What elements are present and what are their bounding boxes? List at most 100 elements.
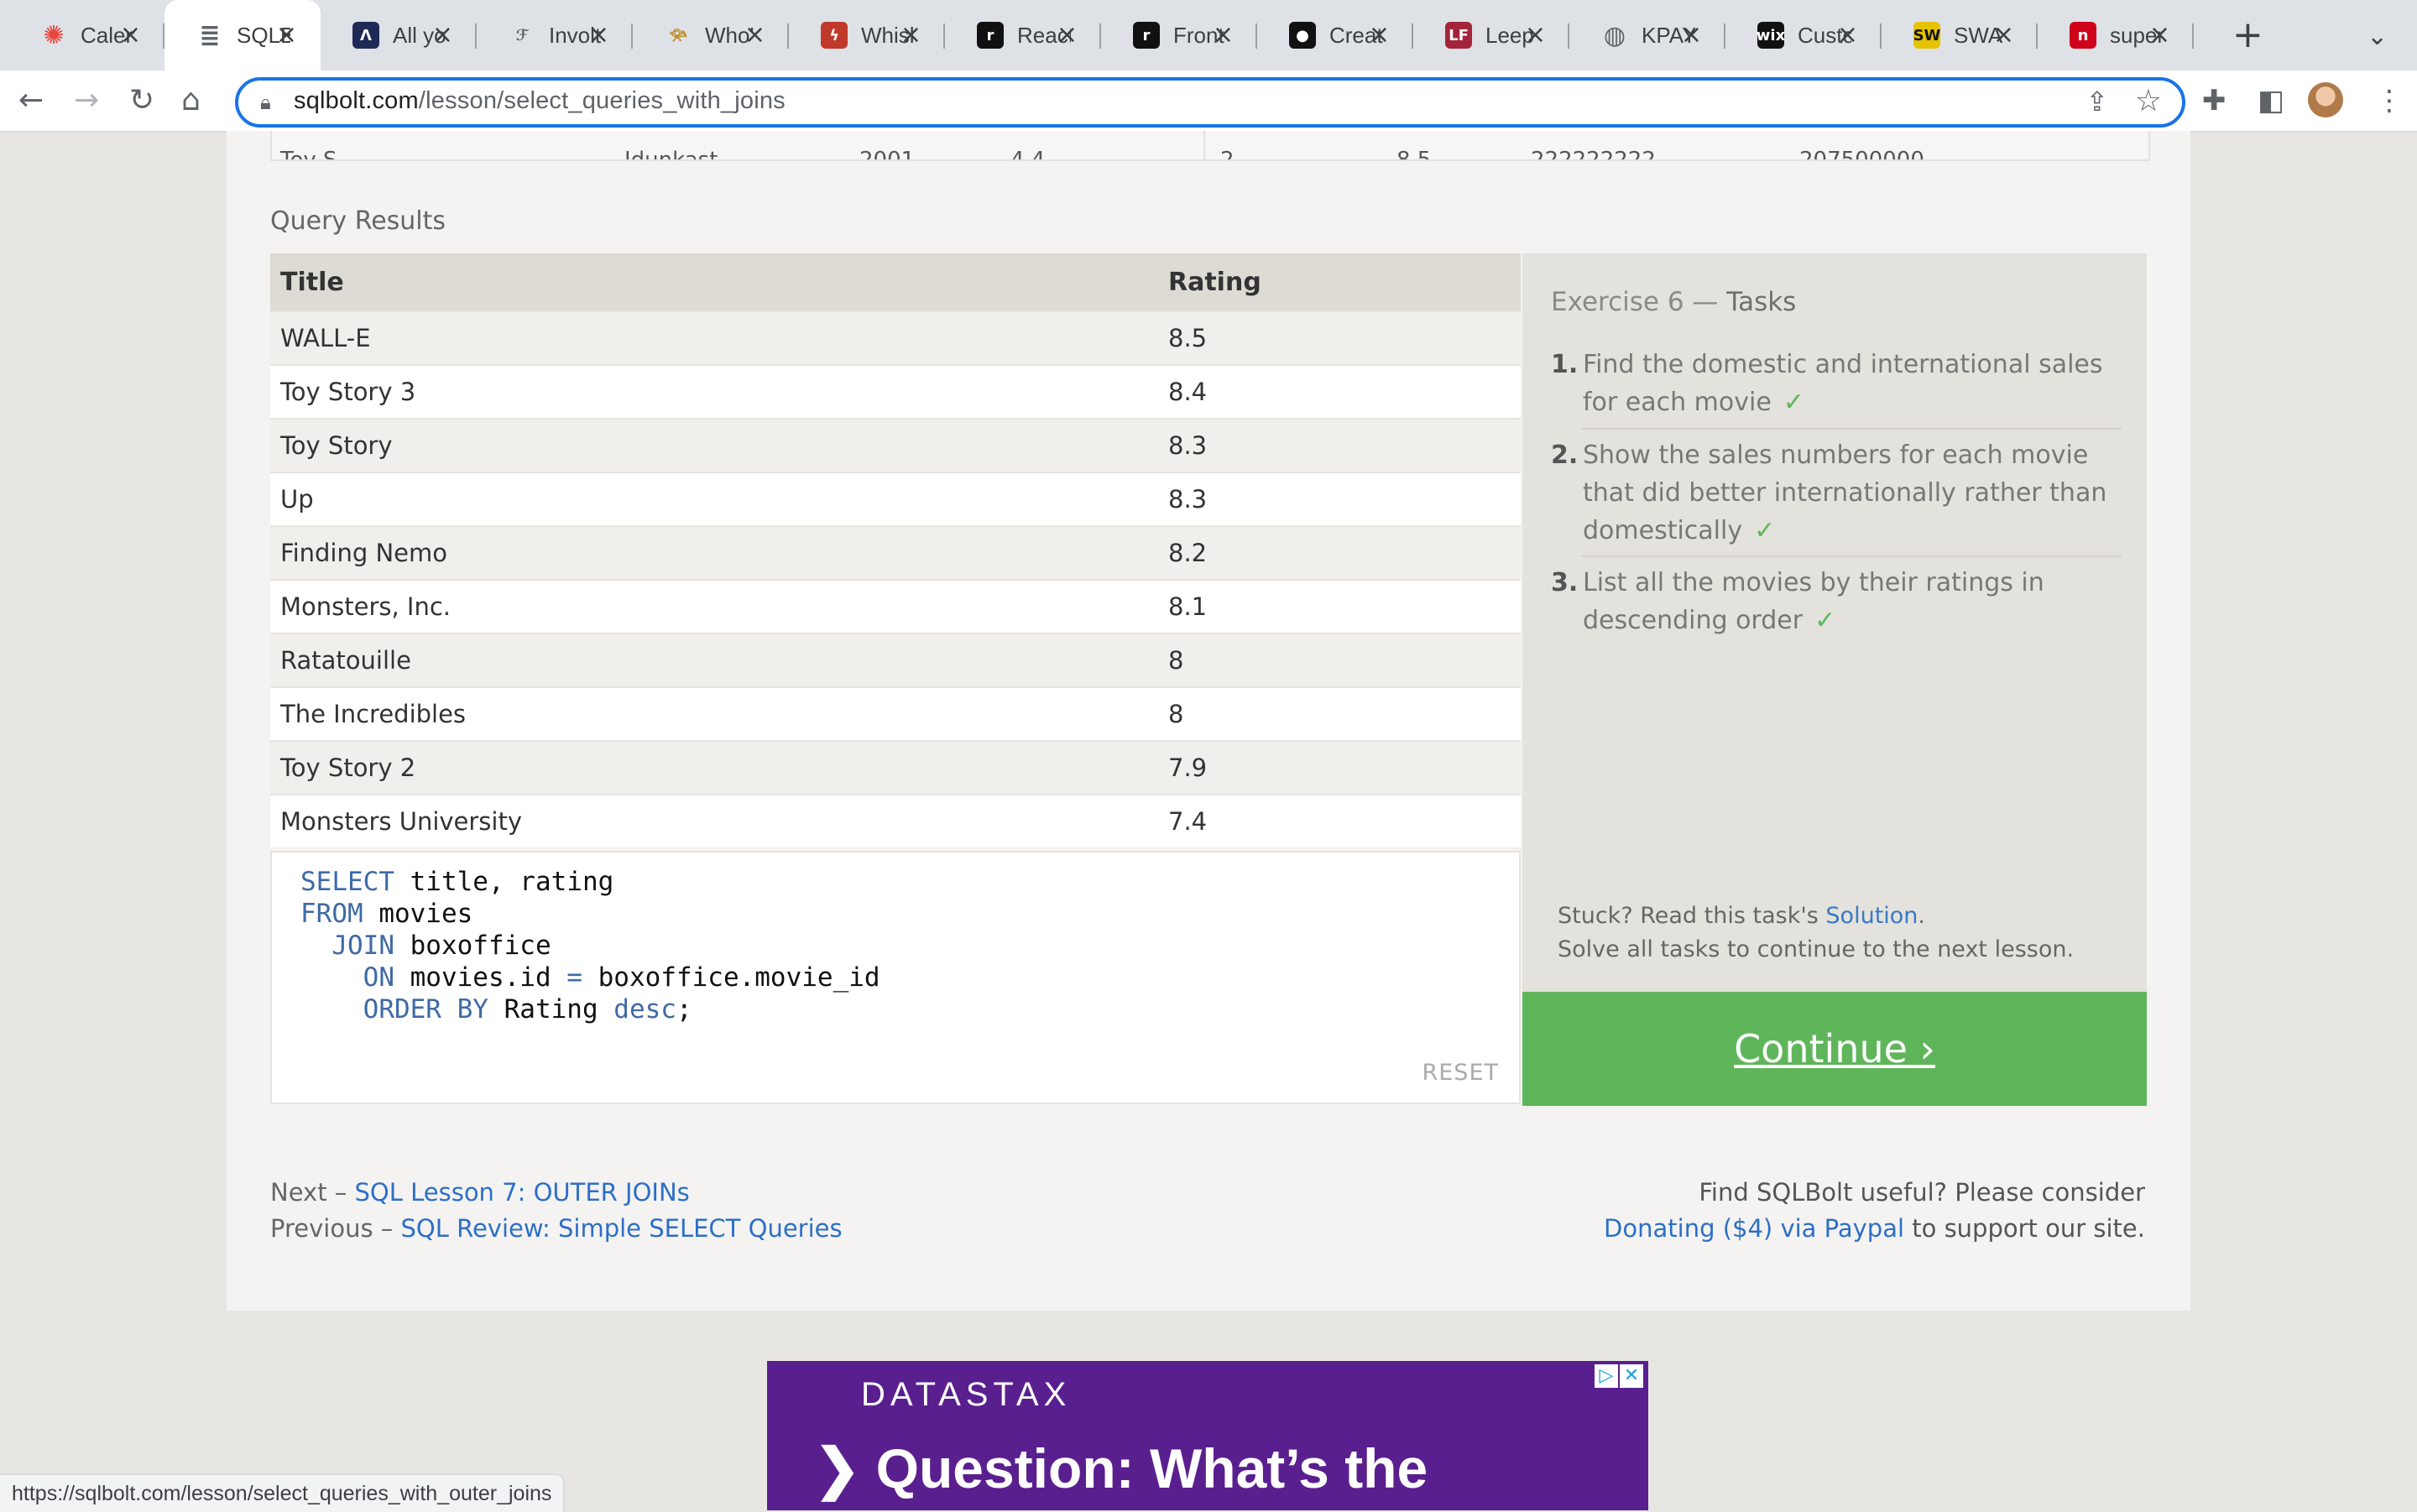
ad-brand-logo: DATASTAX <box>861 1376 1072 1413</box>
cell-title: Finding Nemo <box>270 525 1158 580</box>
tab-close-icon[interactable]: × <box>1213 22 1234 49</box>
table-cell-fragment: Idunkast <box>624 148 718 161</box>
tasks-title-suffix: Tasks <box>1726 287 1797 317</box>
tab-custo[interactable]: wix Custo × <box>1725 0 1882 70</box>
bookmark-star-icon[interactable]: ☆ <box>2135 84 2162 118</box>
tab-kpay[interactable]: ◍ KPAY × <box>1569 0 1725 70</box>
reload-icon[interactable]: ↻ <box>129 82 154 119</box>
tab-who-[interactable]: 📯︎ Who' × <box>633 0 789 70</box>
code-line[interactable]: SELECT title, rating <box>300 866 880 898</box>
ad-choices[interactable]: ▷ ✕ <box>1593 1364 1643 1388</box>
forward-arrow-icon[interactable]: → <box>74 82 99 119</box>
reset-button[interactable]: RESET <box>1422 1060 1499 1086</box>
next-lesson-link[interactable]: SQL Lesson 7: OUTER JOINs <box>355 1178 690 1207</box>
tab-whisl[interactable]: ϟ Whisl × <box>789 0 945 70</box>
sql-text[interactable]: movies.id <box>394 962 566 993</box>
donation-text: Find SQLBolt useful? Please consider <box>1699 1178 2145 1207</box>
table-row: WALL-E 8.5 <box>270 310 1521 365</box>
profile-avatar[interactable] <box>2308 82 2343 117</box>
more-menu-icon[interactable]: ⋮ <box>2375 84 2404 117</box>
check-icon: ✓ <box>1754 516 1776 545</box>
tab-close-icon[interactable]: × <box>744 22 765 49</box>
tab-super[interactable]: n super × <box>2038 0 2194 70</box>
code-line[interactable]: ON movies.id = boxoffice.movie_id <box>300 962 880 993</box>
tab-close-icon[interactable]: × <box>901 22 921 49</box>
table-divider <box>1203 131 1205 159</box>
tab-involt[interactable]: ℱ Involt × <box>477 0 633 70</box>
sql-text[interactable] <box>300 962 363 993</box>
donate-link[interactable]: Donating ($4) via Paypal <box>1604 1214 1904 1243</box>
lock-icon[interactable]: 🔒︎ <box>260 91 271 114</box>
tab-leep[interactable]: LF Leep × <box>1413 0 1569 70</box>
cell-rating: 8.5 <box>1158 310 1521 365</box>
sql-text[interactable] <box>300 994 363 1025</box>
tab-close-icon[interactable]: × <box>1681 22 1702 49</box>
cell-title: Toy Story 3 <box>270 364 1158 419</box>
side-panel-icon[interactable]: ◧ <box>2258 84 2284 117</box>
sql-editor[interactable]: SELECT title, rating FROM movies JOIN box… <box>270 851 1521 1104</box>
sql-text[interactable]: boxoffice <box>394 931 551 961</box>
sql-keyword[interactable]: SELECT <box>300 867 394 897</box>
home-icon[interactable]: ⌂ <box>181 82 201 119</box>
tab-search-chevron-icon[interactable]: ⌄ <box>2367 22 2388 51</box>
table-cell-fragment: 4.4 <box>1010 148 1046 161</box>
sql-text[interactable]: boxoffice.movie_id <box>582 962 880 993</box>
back-arrow-icon[interactable]: ← <box>18 82 44 119</box>
ad-close-icon[interactable]: ✕ <box>1620 1364 1643 1388</box>
sql-code[interactable]: SELECT title, rating FROM movies JOIN box… <box>300 866 880 1025</box>
sql-text[interactable]: title, rating <box>394 867 614 897</box>
tab-all-yo[interactable]: Λ All yo × <box>321 0 477 70</box>
bolt-icon: ϟ <box>821 22 848 49</box>
previous-lesson-link[interactable]: SQL Review: Simple SELECT Queries <box>401 1214 843 1243</box>
continue-button[interactable]: Continue › <box>1522 992 2147 1106</box>
sql-keyword[interactable]: FROM <box>300 899 363 929</box>
tab-creat[interactable]: ● Creat × <box>1257 0 1413 70</box>
query-results-label: Query Results <box>270 206 446 236</box>
share-icon[interactable]: ⇪ <box>2086 86 2108 117</box>
solution-link[interactable]: Solution <box>1825 903 1918 929</box>
browser-toolbar: ← → ↻ ⌂ 🔒︎ sqlbolt.com/lesson/select_que… <box>0 70 2417 133</box>
sql-text[interactable]: ; <box>676 994 692 1025</box>
github-icon: ● <box>1289 22 1316 49</box>
column-header-title: Title <box>270 253 1158 311</box>
task-divider <box>1581 428 2122 430</box>
sql-keyword[interactable]: ON <box>363 962 394 993</box>
table-row: Monsters University 7.4 <box>270 794 1521 847</box>
address-bar[interactable]: 🔒︎ sqlbolt.com/lesson/select_queries_wit… <box>235 77 2185 128</box>
extensions-puzzle-icon[interactable]: ✚ <box>2202 84 2226 117</box>
ad-info-icon[interactable]: ▷ <box>1595 1364 1618 1388</box>
advertisement-banner[interactable]: DATASTAX ❯ Question: What’s the ▷ ✕ <box>767 1361 1648 1510</box>
task-number: 2. <box>1551 441 1579 470</box>
sql-text[interactable]: movies <box>363 899 472 929</box>
table-cell-fragment: 2001 <box>859 148 916 161</box>
sql-text[interactable]: Rating <box>488 994 613 1025</box>
tab-close-icon[interactable]: × <box>588 22 609 49</box>
code-line[interactable]: FROM movies <box>300 898 880 930</box>
cell-title: Ratatouille <box>270 633 1158 687</box>
tab-close-icon[interactable]: × <box>432 22 453 49</box>
code-line[interactable]: ORDER BY Rating desc; <box>300 993 880 1025</box>
new-tab-button[interactable]: + <box>2232 17 2263 54</box>
tab-close-icon[interactable]: × <box>1057 22 1078 49</box>
tab-close-icon[interactable]: × <box>1837 22 1858 49</box>
sql-keyword[interactable]: JOIN <box>331 931 394 961</box>
tab-swa[interactable]: SW SWA × <box>1882 0 2038 70</box>
sql-text[interactable] <box>300 931 331 961</box>
tab-calen[interactable]: ✺ Calen × <box>8 0 164 70</box>
code-line[interactable]: JOIN boxoffice <box>300 930 880 962</box>
sql-keyword[interactable]: = <box>566 962 582 993</box>
tab-sqlb[interactable]: ≣ SQLB × <box>164 0 321 70</box>
tab-close-icon[interactable]: × <box>1369 22 1390 49</box>
tab-close-icon[interactable]: × <box>2149 22 2170 49</box>
sql-keyword[interactable]: desc <box>613 994 676 1025</box>
continue-label[interactable]: Continue › <box>1734 1026 1935 1071</box>
tab-close-icon[interactable]: × <box>276 22 297 49</box>
tab-strip: ✺ Calen × ≣ SQLB × Λ All yo × ℱ Involt × 📯︎ Who' × ϟ Whi… <box>0 0 2417 70</box>
tab-react[interactable]: r React × <box>945 0 1101 70</box>
stuck-text: Stuck? Read this task's <box>1558 903 1826 929</box>
tab-close-icon[interactable]: × <box>1993 22 2014 49</box>
sql-keyword[interactable]: ORDER BY <box>363 994 488 1025</box>
tab-close-icon[interactable]: × <box>120 22 141 49</box>
tab-front[interactable]: r Front × <box>1101 0 1257 70</box>
tab-close-icon[interactable]: × <box>1525 22 1546 49</box>
